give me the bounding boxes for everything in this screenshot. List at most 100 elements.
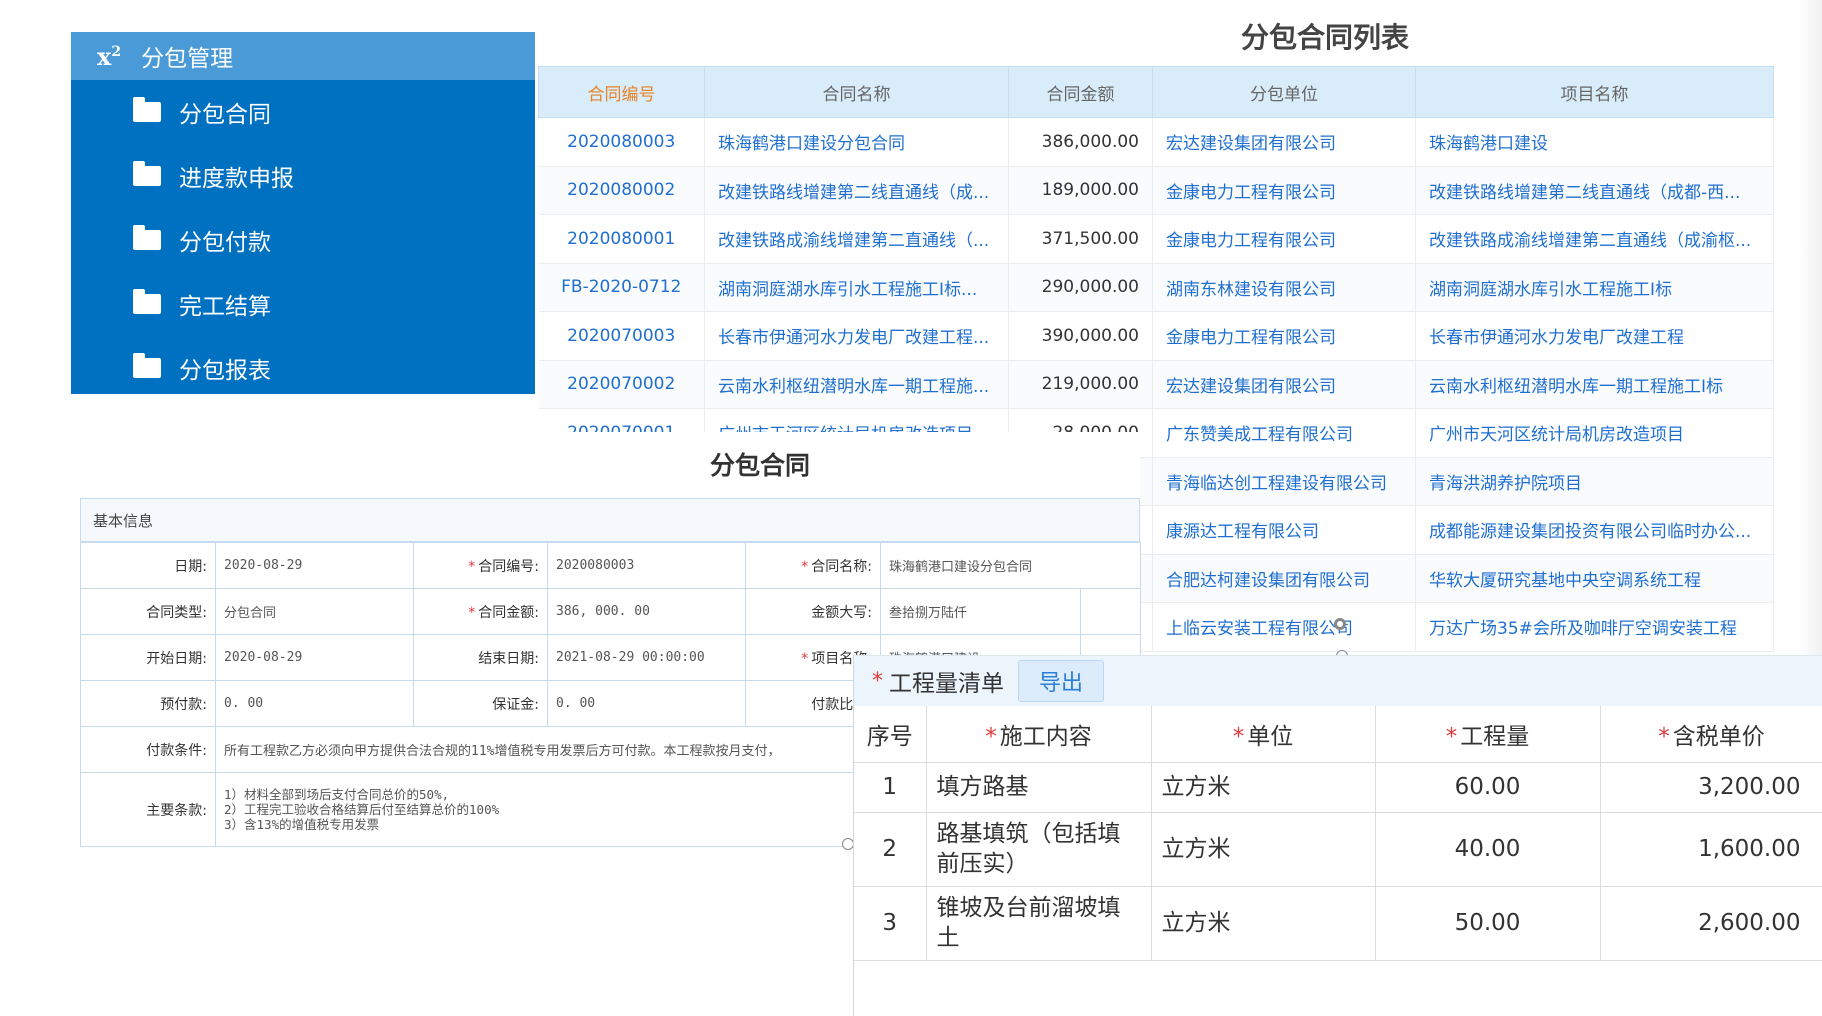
menu-header[interactable]: x2 分包管理 bbox=[71, 32, 535, 80]
cell-project[interactable]: 改建铁路成渝线增建第二直通线（成渝枢... bbox=[1415, 214, 1774, 264]
prepay-field[interactable]: 0. 00 bbox=[215, 680, 414, 727]
cell-project[interactable]: 湖南洞庭湖水库引水工程施工I标 bbox=[1415, 263, 1774, 312]
contract-amount-field[interactable]: 386, 000. 00 bbox=[547, 588, 746, 635]
table-row[interactable]: 1 填方路基 立方米 60.00 3,200.00 bbox=[854, 762, 1822, 813]
cell-subcontractor[interactable]: 金康电力工程有限公司 bbox=[1152, 311, 1416, 361]
table-row[interactable]: 2020080002 改建铁路线增建第二线直通线（成... 189,000.00 金康… bbox=[538, 166, 1774, 215]
table-row[interactable]: 2020070003 长春市伊通河水力发电厂改建工程... 390,000.00 金康… bbox=[538, 311, 1774, 361]
cell-project[interactable]: 云南水利枢纽潜明水库一期工程施工I标 bbox=[1415, 360, 1774, 409]
cell-amount[interactable]: 290,000.00 bbox=[1008, 263, 1153, 312]
label-contract-type: 合同类型: bbox=[80, 588, 216, 635]
cell-contract-name[interactable]: 云南水利枢纽潜明水库一期工程施... bbox=[704, 360, 1009, 409]
cell-unit[interactable]: 立方米 bbox=[1151, 812, 1376, 887]
rotate-handle[interactable] bbox=[1334, 618, 1346, 630]
cell-contract-name[interactable]: 改建铁路线增建第二线直通线（成... bbox=[704, 166, 1009, 215]
column-header-project[interactable]: 项目名称 bbox=[1415, 66, 1774, 118]
superscript-icon: x2 bbox=[97, 41, 122, 71]
cell-subcontractor[interactable]: 青海临达创工程建设有限公司 bbox=[1152, 457, 1416, 506]
menu-item-settlement[interactable]: 完工结算 bbox=[71, 272, 535, 336]
cell-project[interactable]: 华软大厦研究基地中央空调系统工程 bbox=[1415, 554, 1774, 603]
cell-amount[interactable]: 189,000.00 bbox=[1008, 166, 1153, 215]
cell-subcontractor[interactable]: 金康电力工程有限公司 bbox=[1152, 166, 1416, 215]
cell-content[interactable]: 填方路基 bbox=[926, 762, 1152, 813]
cell-project[interactable]: 万达广场35#会所及咖啡厅空调安装工程 bbox=[1415, 602, 1774, 652]
column-header-contract-name[interactable]: 合同名称 bbox=[704, 66, 1009, 118]
cell-content[interactable]: 锥坡及台前溜坡填土 bbox=[926, 886, 1152, 961]
cell-content[interactable]: 路基填筑（包括填前压实） bbox=[926, 812, 1152, 887]
menu-item-progress-payment[interactable]: 进度款申报 bbox=[71, 144, 535, 208]
cell-project[interactable]: 改建铁路线增建第二线直通线（成都-西... bbox=[1415, 166, 1774, 215]
cell-subcontractor[interactable]: 合肥达柯建设集团有限公司 bbox=[1152, 554, 1416, 603]
cell-no[interactable]: 2 bbox=[854, 812, 927, 887]
cell-subcontractor[interactable]: 金康电力工程有限公司 bbox=[1152, 214, 1416, 264]
cell-unit-price[interactable]: 3,200.00 bbox=[1600, 762, 1822, 813]
contract-no-field[interactable]: 2020080003 bbox=[547, 542, 746, 589]
cell-subcontractor[interactable]: 广东赞美成工程有限公司 bbox=[1152, 408, 1416, 458]
cell-unit-price[interactable]: 1,600.00 bbox=[1600, 812, 1822, 887]
cell-unit[interactable]: 立方米 bbox=[1151, 886, 1376, 961]
cell-project[interactable]: 珠海鹤港口建设 bbox=[1415, 117, 1774, 167]
cell-amount[interactable]: 386,000.00 bbox=[1008, 117, 1153, 167]
column-header-quantity: * 工程量 bbox=[1375, 706, 1601, 763]
table-row[interactable]: 3 锥坡及台前溜坡填土 立方米 50.00 2,600.00 bbox=[854, 886, 1822, 961]
cell-contract-no[interactable]: 2020080002 bbox=[538, 166, 705, 215]
table-row[interactable]: 2 路基填筑（包括填前压实） 立方米 40.00 1,600.00 bbox=[854, 812, 1822, 887]
cell-quantity[interactable]: 50.00 bbox=[1375, 886, 1601, 961]
cell-subcontractor[interactable]: 上临云安装工程有限公司 bbox=[1152, 602, 1416, 652]
table-row[interactable]: 2020070002 云南水利枢纽潜明水库一期工程施... 219,000.00 宏达… bbox=[538, 360, 1774, 409]
column-header-amount[interactable]: 合同金额 bbox=[1008, 66, 1153, 118]
cell-contract-no[interactable]: 2020080001 bbox=[538, 214, 705, 264]
cell-quantity[interactable]: 60.00 bbox=[1375, 762, 1601, 813]
end-date-field[interactable]: 2021-08-29 00:00:00 bbox=[547, 634, 746, 681]
start-date-field[interactable]: 2020-08-29 bbox=[215, 634, 414, 681]
label-contract-name: * 合同名称: bbox=[745, 542, 881, 589]
section-basic-info: 基本信息 bbox=[80, 498, 1140, 542]
cell-unit[interactable]: 立方米 bbox=[1151, 762, 1376, 813]
label-pay-terms: 付款条件: bbox=[80, 726, 216, 773]
cell-project[interactable]: 长春市伊通河水力发电厂改建工程 bbox=[1415, 311, 1774, 361]
table-row[interactable]: 2020080001 改建铁路成渝线增建第二直通线（... 371,500.00 金康… bbox=[538, 214, 1774, 264]
quantity-list-panel: * 工程量清单 导出 序号 * 施工内容 * 单位 * 工程量 * 含税单价 1 填方路基… bbox=[853, 655, 1822, 1016]
cell-project[interactable]: 青海洪湖养护院项目 bbox=[1415, 457, 1774, 506]
cell-quantity[interactable]: 40.00 bbox=[1375, 812, 1601, 887]
menu-item-label: 分包付款 bbox=[179, 230, 271, 256]
menu-item-subcontract-payment[interactable]: 分包付款 bbox=[71, 208, 535, 272]
contract-name-field[interactable]: 珠海鹤港口建设分包合同 bbox=[879, 542, 1142, 589]
cell-subcontractor[interactable]: 康源达工程有限公司 bbox=[1152, 505, 1416, 555]
cell-amount[interactable]: 371,500.00 bbox=[1008, 214, 1153, 264]
cell-contract-name[interactable]: 珠海鹤港口建设分包合同 bbox=[704, 117, 1009, 167]
cell-contract-no[interactable]: 2020070003 bbox=[538, 311, 705, 361]
cell-no[interactable]: 1 bbox=[854, 762, 927, 813]
folder-icon bbox=[133, 225, 161, 250]
folder-icon bbox=[133, 97, 161, 122]
menu-item-subcontract[interactable]: 分包合同 bbox=[71, 80, 535, 144]
table-row[interactable]: FB-2020-0712 湖南洞庭湖水库引水工程施工I标... 290,000.00… bbox=[538, 263, 1774, 312]
cell-contract-name[interactable]: 湖南洞庭湖水库引水工程施工I标... bbox=[704, 263, 1009, 312]
cell-amount[interactable]: 390,000.00 bbox=[1008, 311, 1153, 361]
cell-amount[interactable]: 219,000.00 bbox=[1008, 360, 1153, 409]
quantity-table: 序号 * 施工内容 * 单位 * 工程量 * 含税单价 1 填方路基 立方米 60.00 3,2… bbox=[854, 706, 1822, 961]
cell-project[interactable]: 广州市天河区统计局机房改造项目 bbox=[1415, 408, 1774, 458]
cell-contract-no[interactable]: 2020080003 bbox=[538, 117, 705, 167]
column-header-subcontractor[interactable]: 分包单位 bbox=[1152, 66, 1416, 118]
label-contract-amount: * 合同金额: bbox=[413, 588, 548, 635]
table-row[interactable]: 2020080003 珠海鹤港口建设分包合同 386,000.00 宏达建设集团有限公… bbox=[538, 117, 1774, 167]
date-field[interactable]: 2020-08-29 bbox=[215, 542, 414, 589]
cell-no[interactable]: 3 bbox=[854, 886, 927, 961]
cell-subcontractor[interactable]: 湖南东林建设有限公司 bbox=[1152, 263, 1416, 312]
label-amount-upper: 金额大写: bbox=[745, 588, 881, 635]
deposit-field[interactable]: 0. 00 bbox=[547, 680, 746, 727]
quantity-list-title: 工程量清单 bbox=[889, 671, 1004, 697]
contract-type-field[interactable]: 分包合同 bbox=[215, 588, 414, 635]
cell-contract-no[interactable]: FB-2020-0712 bbox=[538, 263, 705, 312]
cell-contract-name[interactable]: 改建铁路成渝线增建第二直通线（... bbox=[704, 214, 1009, 264]
menu-item-reports[interactable]: 分包报表 bbox=[71, 336, 535, 400]
cell-project[interactable]: 成都能源建设集团投资有限公司临时办公... bbox=[1415, 505, 1774, 555]
cell-contract-no[interactable]: 2020070002 bbox=[538, 360, 705, 409]
column-header-contract-no[interactable]: 合同编号 bbox=[538, 66, 705, 118]
export-button[interactable]: 导出 bbox=[1018, 660, 1105, 702]
cell-subcontractor[interactable]: 宏达建设集团有限公司 bbox=[1152, 360, 1416, 409]
cell-unit-price[interactable]: 2,600.00 bbox=[1600, 886, 1822, 961]
cell-subcontractor[interactable]: 宏达建设集团有限公司 bbox=[1152, 117, 1416, 167]
cell-contract-name[interactable]: 长春市伊通河水力发电厂改建工程... bbox=[704, 311, 1009, 361]
